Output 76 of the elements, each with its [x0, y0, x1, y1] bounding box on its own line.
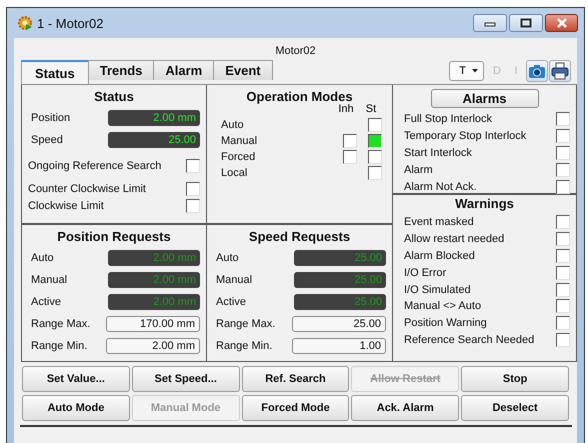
value-display: 2.00 mm: [108, 294, 200, 310]
warning-label: I/O Simulated: [404, 284, 471, 296]
alarms-button[interactable]: Alarms: [430, 89, 538, 108]
gear-icon: [17, 15, 33, 31]
panel-title: Status: [93, 89, 135, 104]
warning-label: Allow restart needed: [404, 233, 504, 246]
minimize-button[interactable]: [473, 14, 507, 32]
command-button[interactable]: Deselect: [461, 395, 569, 421]
value-display: 25.00: [108, 132, 200, 148]
panel-title: Operation Modes: [245, 89, 354, 104]
value-display: 2.00 mm: [108, 110, 200, 126]
field-label: Range Min.: [31, 340, 88, 352]
mode-label: Local: [221, 167, 248, 179]
field-label: Range Min.: [216, 340, 272, 352]
field-label: Range Max.: [216, 318, 276, 330]
close-icon: [556, 18, 568, 28]
device-name: Motor02: [274, 44, 317, 59]
alarm-label: Alarm Not Ack.: [404, 180, 477, 193]
alarm-label: Start Interlock: [404, 146, 472, 159]
field-label: Manual: [216, 274, 252, 286]
range-field[interactable]: 1.00: [292, 338, 386, 354]
dropdown[interactable]: T: [449, 61, 484, 81]
field-label: Range Max.: [31, 318, 90, 330]
command-button[interactable]: Set Speed...: [132, 366, 240, 392]
maximize-button[interactable]: [509, 14, 543, 32]
value-display: 25.00: [294, 250, 386, 266]
value-display: 2.00 mm: [108, 250, 200, 266]
command-button[interactable]: Ack. Alarm: [351, 395, 460, 421]
field-label: Active: [31, 296, 61, 308]
field-label: Manual: [31, 274, 68, 286]
alarm-label: Temporary Stop Interlock: [404, 130, 526, 142]
field-label: Auto: [216, 252, 239, 264]
panel-title: Warnings: [454, 196, 515, 211]
command-button[interactable]: Ref. Search: [242, 366, 350, 392]
field-label: Active: [216, 296, 246, 308]
window-title: 1 - Motor02: [37, 16, 104, 30]
warning-label: Reference Search Needed: [404, 334, 534, 346]
warning-label: Position Warning: [404, 317, 487, 330]
camera-icon[interactable]: [526, 60, 548, 82]
close-button[interactable]: [545, 14, 578, 32]
warning-label: Event masked: [404, 216, 474, 228]
panel-title: Position Requests: [56, 229, 172, 244]
range-field[interactable]: 2.00 mm: [106, 338, 200, 354]
field-label: Speed: [31, 134, 63, 146]
maximize-icon: [520, 18, 532, 28]
warning-label: Manual <> Auto: [404, 300, 482, 312]
alarm-label: Full Stop Interlock: [404, 113, 492, 126]
value-display: 2.00 mm: [108, 272, 200, 288]
column-header: Inh: [337, 103, 355, 115]
mode-label: Forced: [221, 151, 256, 163]
command-button[interactable]: Forced Mode: [242, 395, 350, 421]
flag-label: Counter Clockwise Limit: [28, 182, 146, 194]
range-field[interactable]: 170.00 mm: [106, 316, 200, 332]
printer-icon[interactable]: [549, 60, 571, 82]
field-label: Auto: [31, 252, 54, 264]
value-display: 25.00: [294, 294, 386, 310]
command-button[interactable]: Set Value...: [22, 366, 130, 392]
warning-label: I/O Error: [404, 266, 446, 279]
warning-label: Alarm Blocked: [404, 250, 475, 262]
flag-label: Ongoing Reference Search: [28, 160, 162, 172]
panel-title: Speed Requests: [248, 229, 352, 244]
mode-label: Manual: [221, 135, 258, 147]
tab[interactable]: Event: [213, 60, 273, 80]
mode-label: Auto: [221, 119, 245, 131]
command-button[interactable]: Stop: [461, 366, 569, 392]
value-display: 25.00: [294, 272, 386, 288]
alarm-label: Alarm: [404, 164, 433, 176]
range-field[interactable]: 25.00: [292, 316, 386, 332]
tab[interactable]: Alarm: [153, 60, 214, 80]
caret-icon: [472, 69, 478, 73]
field-label: Position: [31, 112, 70, 124]
flag-label: Clockwise Limit: [28, 200, 104, 212]
column-header: St: [364, 103, 378, 115]
tab[interactable]: Status: [21, 60, 89, 84]
command-button[interactable]: Auto Mode: [22, 395, 130, 421]
tab[interactable]: Trends: [88, 60, 154, 80]
